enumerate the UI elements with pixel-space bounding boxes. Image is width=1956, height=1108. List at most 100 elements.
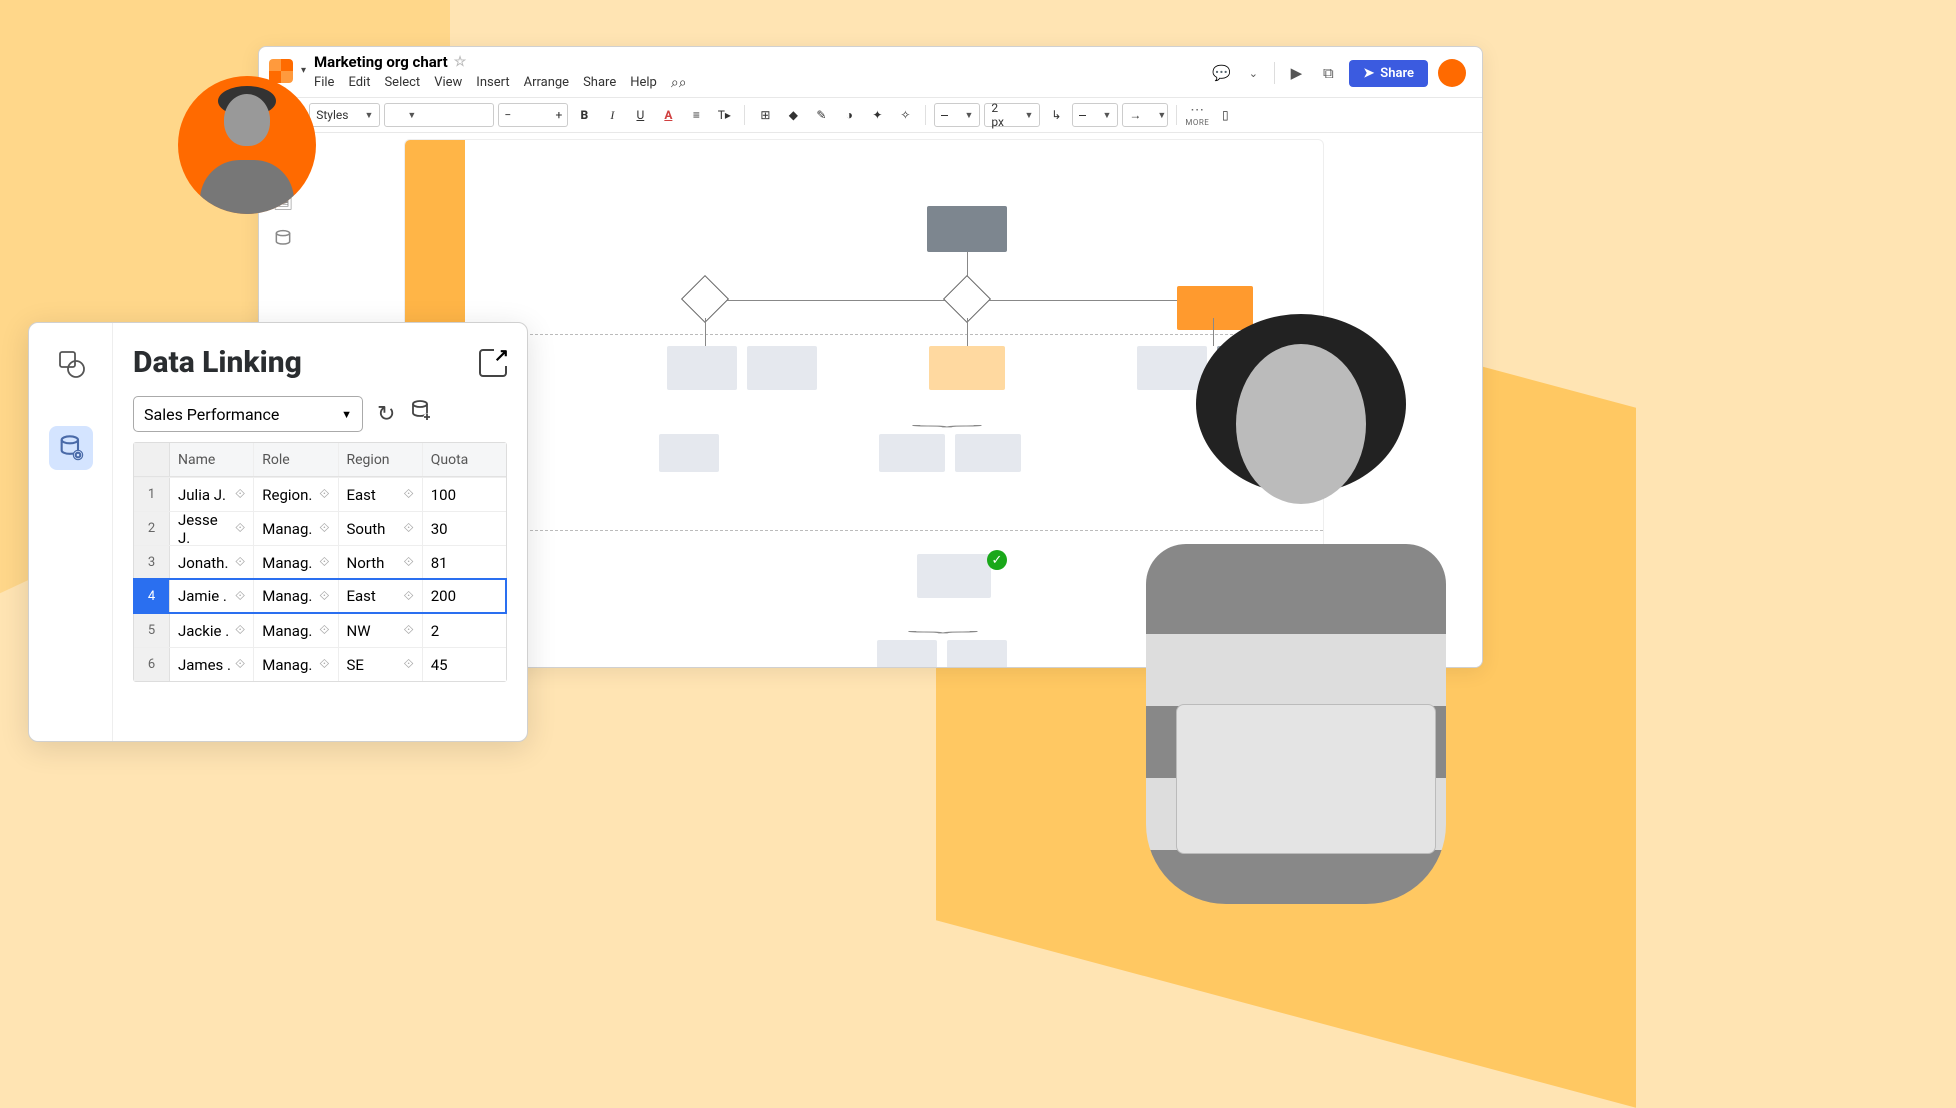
fill-button[interactable]: ◆ (781, 103, 805, 127)
menu-insert[interactable]: Insert (476, 75, 509, 91)
cell-name[interactable]: Julia J.⟐ (170, 478, 254, 511)
shape-button[interactable]: ⊞ (753, 103, 777, 127)
menu-search-icon[interactable]: ⌕⌕ (671, 75, 687, 91)
panel-toggle-icon[interactable]: ▯ (1213, 103, 1237, 127)
cell-quota[interactable]: 2 (423, 614, 506, 647)
org-node[interactable] (667, 346, 737, 390)
text-tool-button[interactable]: T▸ (712, 103, 736, 127)
arrow-start-select[interactable]: ▼ (1072, 103, 1118, 127)
styles-select[interactable]: Styles ▼ (309, 103, 380, 127)
share-button[interactable]: ➤ Share (1349, 60, 1428, 87)
col-quota[interactable]: Quota (423, 443, 506, 476)
row-number: 3 (134, 546, 170, 579)
comment-icon[interactable]: 💬 (1210, 62, 1232, 84)
text-color-button[interactable]: A (656, 103, 680, 127)
line-width-select[interactable]: 2 px▼ (984, 103, 1040, 127)
cell-quota[interactable]: 200 (423, 579, 506, 613)
org-node[interactable] (659, 434, 719, 472)
line-style-select[interactable]: ▼ (934, 103, 980, 127)
cell-name[interactable]: James .⟐ (170, 648, 254, 681)
org-node[interactable] (955, 434, 1021, 472)
cell-region[interactable]: SE⟐ (339, 648, 423, 681)
separator (925, 105, 926, 125)
table-row[interactable]: 2Jesse J.⟐Manag.⟐South⟐30 (134, 511, 506, 545)
table-row[interactable]: 3Jonath.⟐Manag.⟐North⟐81 (134, 545, 506, 579)
shapes-tab-icon[interactable] (56, 349, 86, 386)
org-node[interactable] (947, 640, 1007, 668)
magic-button[interactable]: ✧ (893, 103, 917, 127)
cell-role[interactable]: Manag.⟐ (254, 614, 338, 647)
font-select[interactable]: ▼ (384, 103, 494, 127)
cell-quota[interactable]: 81 (423, 546, 506, 579)
arrow-end-select[interactable]: →▼ (1122, 103, 1168, 127)
datasource-select[interactable]: Sales Performance ▼ (133, 396, 363, 432)
popout-icon[interactable] (479, 349, 507, 377)
menu-edit[interactable]: Edit (348, 75, 370, 91)
menu-file[interactable]: File (314, 75, 334, 91)
data-settings-icon[interactable] (409, 399, 433, 429)
menu-help[interactable]: Help (630, 75, 657, 91)
data-rail-icon[interactable] (273, 229, 293, 249)
cell-name[interactable]: Jonath.⟐ (170, 546, 254, 579)
italic-button[interactable]: I (600, 103, 624, 127)
decrease-icon[interactable]: − (498, 103, 516, 127)
border-color-button[interactable]: ✎ (809, 103, 833, 127)
cell-role[interactable]: Manag.⟐ (254, 546, 338, 579)
align-button[interactable]: ≡ (684, 103, 708, 127)
cell-region[interactable]: NW⟐ (339, 614, 423, 647)
cell-role[interactable]: Region.⟐ (254, 478, 338, 511)
decision-node[interactable] (943, 275, 991, 323)
opacity-button[interactable]: ◑ (837, 103, 861, 127)
chevron-down-icon[interactable]: ⌄ (1242, 62, 1264, 84)
org-node[interactable] (747, 346, 817, 390)
bold-button[interactable]: B (572, 103, 596, 127)
menu-arrange[interactable]: Arrange (524, 75, 569, 91)
cell-role[interactable]: Manag.⟐ (254, 579, 338, 613)
cell-quota[interactable]: 45 (423, 648, 506, 681)
cell-name[interactable]: Jesse J.⟐ (170, 512, 254, 545)
org-node[interactable] (879, 434, 945, 472)
cell-quota[interactable]: 100 (423, 478, 506, 511)
row-number: 2 (134, 512, 170, 545)
cell-region[interactable]: South⟐ (339, 512, 423, 545)
present-icon[interactable]: ▶ (1285, 62, 1307, 84)
increase-icon[interactable]: + (550, 103, 568, 127)
col-role[interactable]: Role (254, 443, 338, 476)
underline-button[interactable]: U (628, 103, 652, 127)
cell-role[interactable]: Manag.⟐ (254, 512, 338, 545)
logo-chevron-icon[interactable]: ▾ (301, 65, 306, 76)
org-node[interactable] (877, 640, 937, 668)
table-row[interactable]: 6James .⟐Manag.⟐SE⟐45 (134, 647, 506, 681)
decision-node[interactable] (681, 275, 729, 323)
org-node[interactable] (917, 554, 991, 598)
menu-view[interactable]: View (434, 75, 462, 91)
org-node[interactable] (927, 206, 1007, 252)
document-title[interactable]: Marketing org chart (314, 53, 448, 71)
table-row[interactable]: 4Jamie .⟐Manag.⟐East⟐200 (134, 579, 506, 613)
cell-role[interactable]: Manag.⟐ (254, 648, 338, 681)
cell-region[interactable]: East⟐ (339, 478, 423, 511)
more-button[interactable]: ⋯ MORE (1185, 103, 1209, 127)
table-row[interactable]: 5Jackie .⟐Manag.⟐NW⟐2 (134, 613, 506, 647)
table-row[interactable]: 1Julia J.⟐Region.⟐East⟐100 (134, 477, 506, 511)
col-name[interactable]: Name (170, 443, 254, 476)
menu-share[interactable]: Share (583, 75, 616, 91)
refresh-icon[interactable]: ↻ (377, 402, 395, 427)
cell-region[interactable]: North⟐ (339, 546, 423, 579)
font-size-stepper[interactable]: − + (498, 103, 568, 127)
effects-button[interactable]: ✦ (865, 103, 889, 127)
connector-button[interactable]: ↳ (1044, 103, 1068, 127)
cell-quota[interactable]: 30 (423, 512, 506, 545)
org-node[interactable] (1177, 286, 1253, 330)
user-avatar[interactable] (1438, 59, 1466, 87)
star-icon[interactable]: ☆ (454, 54, 467, 70)
app-logo-icon[interactable] (269, 59, 293, 83)
cell-region[interactable]: East⟐ (339, 579, 423, 613)
col-region[interactable]: Region (339, 443, 423, 476)
cell-name[interactable]: Jamie .⟐ (170, 579, 254, 613)
org-node[interactable] (929, 346, 1005, 390)
menu-select[interactable]: Select (384, 75, 420, 91)
data-tab-icon[interactable] (49, 426, 93, 470)
record-icon[interactable]: ⧉ (1317, 62, 1339, 84)
cell-name[interactable]: Jackie .⟐ (170, 614, 254, 647)
